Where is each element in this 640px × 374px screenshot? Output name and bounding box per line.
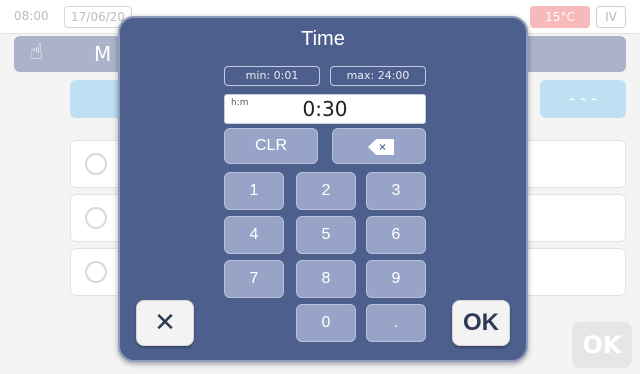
clear-button[interactable]: CLR <box>224 128 318 164</box>
tab-right: - - - <box>540 80 626 118</box>
backspace-button[interactable]: × <box>332 128 426 164</box>
key-decimal[interactable]: . <box>366 304 426 342</box>
close-icon: ✕ <box>154 308 176 338</box>
max-limit: max: 24:00 <box>330 66 426 86</box>
key-5[interactable]: 5 <box>296 216 356 254</box>
nav-label: M <box>94 42 112 66</box>
hand-icon: ☝ <box>30 40 44 65</box>
time-input-field[interactable]: h:m 0:30 <box>224 94 426 124</box>
key-7[interactable]: 7 <box>224 260 284 298</box>
fire-icon <box>85 261 107 283</box>
key-6[interactable]: 6 <box>366 216 426 254</box>
time-value: 0:30 <box>302 97 348 121</box>
ok-button[interactable]: OK <box>452 300 510 346</box>
min-limit: min: 0:01 <box>224 66 320 86</box>
alarm-icon <box>85 153 107 175</box>
key-2[interactable]: 2 <box>296 172 356 210</box>
key-1[interactable]: 1 <box>224 172 284 210</box>
cancel-button[interactable]: ✕ <box>136 300 194 346</box>
key-3[interactable]: 3 <box>366 172 426 210</box>
temperature-badge: 15°C <box>530 6 590 28</box>
clock-time: 08:00 <box>14 9 49 23</box>
background-ok-button: OK <box>572 322 632 368</box>
key-4[interactable]: 4 <box>224 216 284 254</box>
key-9[interactable]: 9 <box>366 260 426 298</box>
backspace-x-icon: × <box>379 140 387 154</box>
key-0[interactable]: 0 <box>296 304 356 342</box>
fan-icon <box>85 207 107 229</box>
key-8[interactable]: 8 <box>296 260 356 298</box>
time-dialog: Time min: 0:01 max: 24:00 h:m 0:30 CLR ×… <box>118 16 528 362</box>
dialog-title: Time <box>301 28 345 50</box>
mode-badge: IV <box>596 6 626 28</box>
